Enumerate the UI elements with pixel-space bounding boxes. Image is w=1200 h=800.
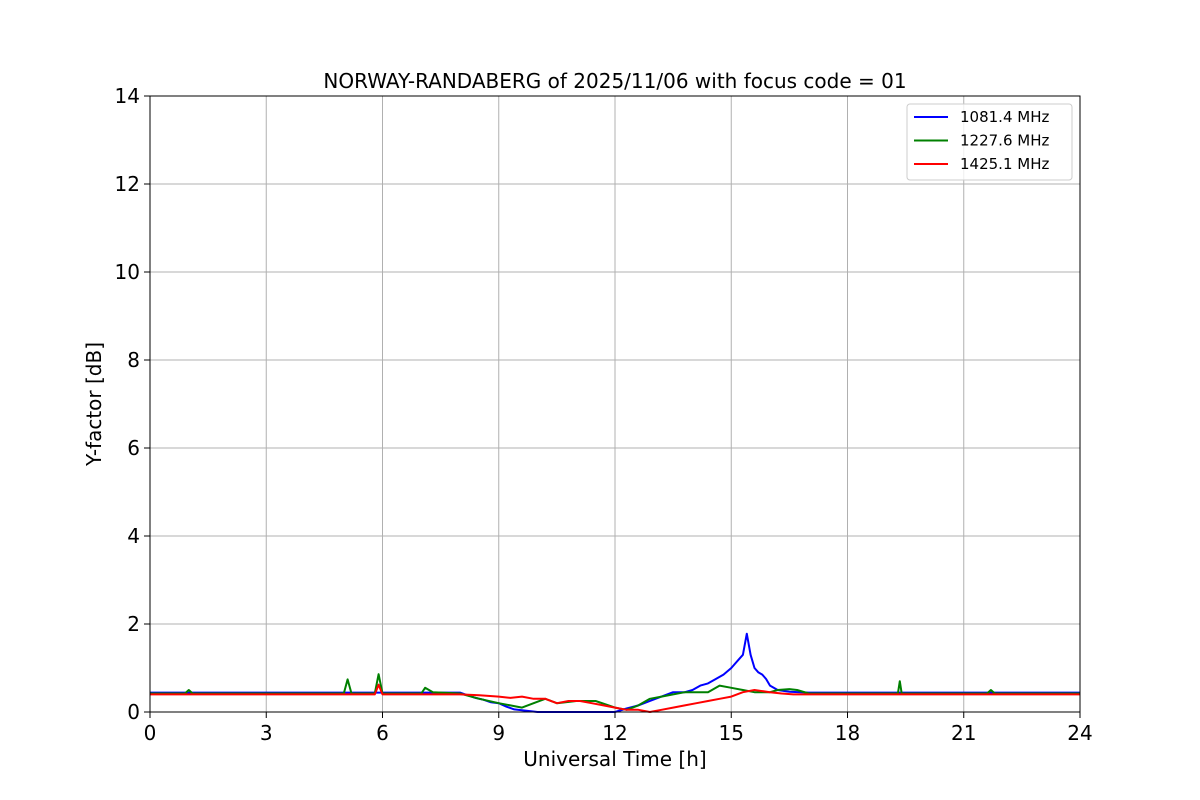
x-tick-label: 21 bbox=[951, 721, 976, 745]
legend: 1081.4 MHz 1227.6 MHz 1425.1 MHz bbox=[906, 103, 1073, 181]
y-tick-label: 6 bbox=[127, 436, 140, 460]
x-tick-label: 3 bbox=[260, 721, 273, 745]
y-tick-label: 8 bbox=[127, 348, 140, 372]
legend-label-1: 1081.4 MHz bbox=[960, 108, 1049, 126]
x-tick-label: 6 bbox=[376, 721, 389, 745]
chart-title: NORWAY-RANDABERG of 2025/11/06 with focu… bbox=[323, 69, 906, 93]
x-axis-label: Universal Time [h] bbox=[523, 747, 706, 771]
y-tick-label: 2 bbox=[127, 612, 140, 636]
y-axis-label: Y-factor [dB] bbox=[82, 342, 106, 467]
x-tick-label: 15 bbox=[719, 721, 744, 745]
y-tick-label: 4 bbox=[127, 524, 140, 548]
y-tick-label: 0 bbox=[127, 700, 140, 724]
y-tick-label: 12 bbox=[115, 172, 140, 196]
y-tick-label: 14 bbox=[115, 84, 140, 108]
x-tick-label: 24 bbox=[1067, 721, 1092, 745]
x-tick-label: 9 bbox=[492, 721, 505, 745]
x-tick-label: 18 bbox=[835, 721, 860, 745]
x-tick-label: 12 bbox=[602, 721, 627, 745]
legend-label-2: 1227.6 MHz bbox=[960, 132, 1049, 150]
x-tick-label: 0 bbox=[144, 721, 157, 745]
legend-label-3: 1425.1 MHz bbox=[960, 155, 1049, 173]
y-tick-label: 10 bbox=[115, 260, 140, 284]
chart: 0 3 6 9 12 15 18 21 2402468101214 NORWAY-RANDABE… bbox=[0, 0, 1200, 800]
